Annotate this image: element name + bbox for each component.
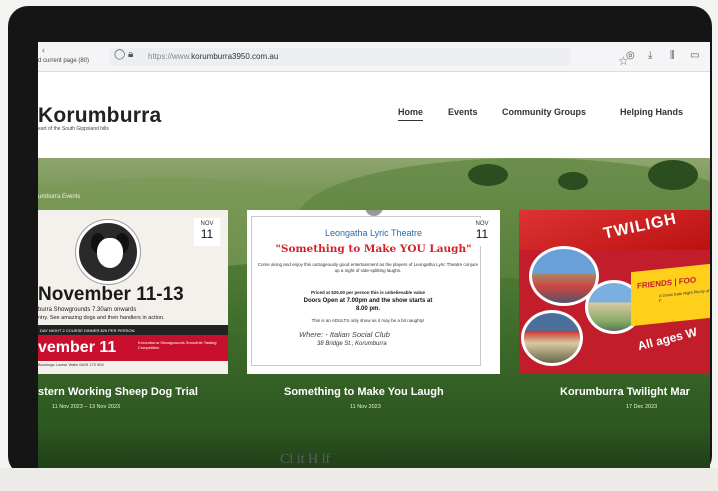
desk-surface xyxy=(0,468,718,491)
dog-logo xyxy=(76,220,140,284)
market-photo xyxy=(521,310,583,366)
url-bar[interactable]: ◯ 🔒︎ https://www.korumburra3950.com.au ☆ xyxy=(110,48,629,68)
event-card-sheep-dog[interactable]: NOV 11 November 11-13 burra Showgrounds … xyxy=(38,210,228,374)
date-badge: NOV 11 xyxy=(194,218,220,246)
event-title[interactable]: Korumburra Twilight Mar xyxy=(560,386,690,398)
url-host: korumburra3950.com.au xyxy=(191,52,279,61)
nav-helping-hands[interactable]: Helping Hands xyxy=(620,107,683,117)
sidebar-icon[interactable]: ▭ xyxy=(690,50,699,61)
hero-shade xyxy=(38,428,710,472)
poster-red-band: vember 11 Korumburra Showgrounds Smoothi… xyxy=(38,335,228,361)
poster-adults: This is an ADULTS only show as it may be… xyxy=(311,318,425,323)
tree-shape xyxy=(648,160,698,190)
tree-shape xyxy=(468,164,508,186)
library-icon[interactable]: ⫼ xyxy=(670,50,675,61)
badge-day: 11 xyxy=(200,227,214,241)
poster-where: Where: - Italian Social Club xyxy=(299,330,390,339)
event-card-twilight[interactable]: TWILIGH FRIENDS | FOO A Great Date Night… xyxy=(519,210,710,374)
nav-home[interactable]: Home xyxy=(398,107,424,121)
poster-doors: Doors Open at 7.00pm and the show starts… xyxy=(303,298,433,304)
browser-toolbar: ‹ d current page (80) ◯ 🔒︎ https://www.k… xyxy=(38,42,710,72)
browser-window: ‹ d current page (80) ◯ 🔒︎ https://www.k… xyxy=(38,42,710,472)
background-text: Cl it H lf xyxy=(280,452,331,467)
laptop-frame: ‹ d current page (80) ◯ 🔒︎ https://www.k… xyxy=(8,6,712,476)
poster-foot: Bookings Louise Walls 0409 173 904 xyxy=(38,362,104,367)
pocket-icon[interactable]: ◎ xyxy=(626,50,635,61)
poster-org: Leongatha Lyric Theatre xyxy=(324,228,423,238)
poster-line: ntry. See amazing dogs and their handler… xyxy=(38,315,165,321)
poster-all-ages: All ages W xyxy=(636,324,699,354)
poster-price: Priced at $25.00 per person this is unbe… xyxy=(310,290,426,295)
poster-bar: DAY NIGHT 2 COURSE DINNER $25 PER PERSON xyxy=(38,325,228,335)
site-logo[interactable]: Korumburra xyxy=(38,104,161,128)
tree-shape xyxy=(558,172,588,190)
poster-bar-text: DAY NIGHT 2 COURSE DINNER $25 PER PERSON xyxy=(40,328,135,333)
lock-icon[interactable]: 🔒︎ xyxy=(128,49,133,60)
event-title[interactable]: Something to Make You Laugh xyxy=(284,386,444,398)
events-hero: umburra Events NOV 11 November 11-13 bur… xyxy=(38,158,710,472)
event-date: 11 Nov 2023 – 13 Nov 2023 xyxy=(52,404,121,410)
shield-icon[interactable]: ◯ xyxy=(114,49,125,60)
event-title[interactable]: stern Working Sheep Dog Trial xyxy=(38,386,198,398)
poster-intro: Come along and enjoy this outrageously g… xyxy=(257,262,479,273)
url-prefix: https://www. xyxy=(148,52,192,61)
poster-friends: FRIENDS | FOO xyxy=(637,275,697,291)
section-label: umburra Events xyxy=(38,194,81,200)
dog-face xyxy=(97,238,123,268)
poster-small: A Great Date Night Plenty of F xyxy=(659,287,710,304)
event-date: 17 Dec 2023 xyxy=(626,404,658,410)
poster-line: burra Showgrounds 7.30am onwards xyxy=(38,307,137,313)
nav-community-groups[interactable]: Community Groups xyxy=(502,107,586,117)
poster-address: 38 Bridge St., Korumburra xyxy=(317,341,387,347)
poster-heading: November 11-13 xyxy=(38,284,184,305)
poster-yellow-band: FRIENDS | FOO A Great Date Night Plenty … xyxy=(631,263,710,327)
site-tagline: eart of the South Gippsland hills xyxy=(38,126,109,132)
back-icon[interactable]: ‹ xyxy=(42,45,45,55)
event-date: 11 Nov 2023 xyxy=(350,404,381,410)
poster-doors-time: 8.00 pm. xyxy=(355,306,380,312)
site-header: Korumburra eart of the South Gippsland h… xyxy=(38,72,710,158)
url-text[interactable]: https://www.korumburra3950.com.au xyxy=(148,52,278,61)
poster-quote: "Something to Make YOU Laugh" xyxy=(275,243,472,255)
poster-red-small: Korumburra Showgrounds Smoothie Tasting … xyxy=(138,340,217,350)
download-icon[interactable]: ⤓ xyxy=(648,50,652,61)
tab-hint: d current page (80) xyxy=(38,58,90,64)
event-card-laugh[interactable]: NOV 11 Leongatha Lyric Theatre "Somethin… xyxy=(247,210,500,374)
nav-events[interactable]: Events xyxy=(448,107,478,117)
poster-red-heading: vember 11 xyxy=(38,339,117,356)
